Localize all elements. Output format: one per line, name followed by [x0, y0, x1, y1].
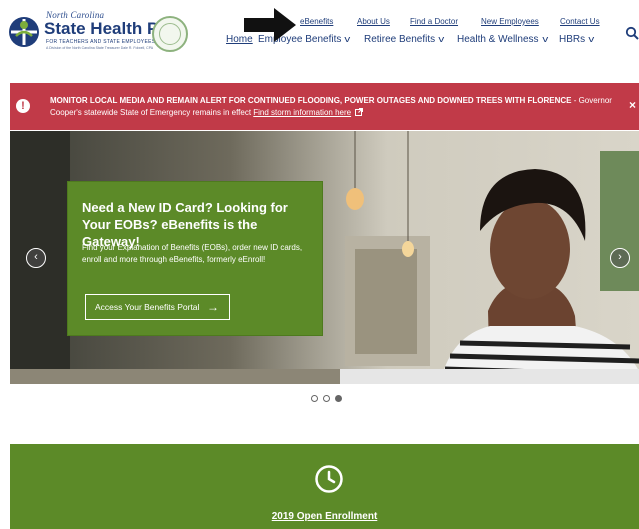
- promo-card: Need a New ID Card? Looking for Your EOB…: [67, 181, 323, 336]
- alert-message: MONITOR LOCAL MEDIA AND REMAIN ALERT FOR…: [50, 95, 620, 119]
- open-enrollment-section: 2019 Open Enrollment: [10, 444, 639, 529]
- chevron-left-icon: ‹: [34, 251, 38, 263]
- seal-icon: [152, 16, 188, 52]
- alert-icon: !: [16, 99, 30, 113]
- nav-retiree-benefits-label: Retiree Benefits: [364, 34, 436, 45]
- nav-hbrs[interactable]: HBRs v: [559, 34, 594, 45]
- carousel-prev-button[interactable]: ‹: [26, 248, 46, 268]
- alert-banner: ! MONITOR LOCAL MEDIA AND REMAIN ALERT F…: [10, 83, 639, 130]
- access-benefits-portal-label: Access Your Benefits Portal: [95, 302, 200, 312]
- chevron-down-icon: v: [344, 34, 351, 44]
- access-benefits-portal-button[interactable]: Access Your Benefits Portal →: [85, 294, 230, 320]
- site-logo[interactable]: North Carolina State Health Plan FOR TEA…: [8, 10, 188, 54]
- nav-retiree-benefits[interactable]: Retiree Benefits v: [364, 34, 444, 45]
- arrow-right-icon: →: [207, 300, 219, 314]
- site-header: North Carolina State Health Plan FOR TEA…: [0, 0, 639, 68]
- promo-description: Find your Explanation of Benefits (EOBs)…: [82, 243, 303, 264]
- logo-division: A Division of the North Carolina State T…: [46, 46, 154, 50]
- carousel-next-button[interactable]: ›: [610, 248, 630, 268]
- carousel-dot[interactable]: [323, 395, 330, 402]
- storm-info-link[interactable]: Find storm information here: [253, 108, 351, 117]
- open-enrollment-link[interactable]: 2019 Open Enrollment: [10, 511, 639, 522]
- nav-health-wellness[interactable]: Health & Wellness v: [457, 34, 548, 45]
- carousel-dot[interactable]: [311, 395, 318, 402]
- external-link-icon: [355, 108, 364, 116]
- carousel-indicators: [311, 395, 351, 405]
- logo-mark-icon: [9, 17, 39, 47]
- top-link-contact-us[interactable]: Contact Us: [560, 17, 600, 26]
- top-link-new-employees[interactable]: New Employees: [481, 17, 539, 26]
- logo-tagline: FOR TEACHERS AND STATE EMPLOYEES: [46, 39, 156, 45]
- hero-carousel: Need a New ID Card? Looking for Your EOB…: [10, 131, 639, 384]
- chevron-down-icon: v: [541, 34, 548, 44]
- carousel-dot-active[interactable]: [335, 395, 342, 402]
- arrow-annotation-icon: [244, 8, 296, 42]
- nav-hbrs-label: HBRs: [559, 34, 586, 45]
- chevron-down-icon: v: [438, 34, 445, 44]
- chevron-right-icon: ›: [618, 251, 622, 263]
- clock-icon: [315, 465, 343, 493]
- close-icon[interactable]: ×: [629, 98, 636, 112]
- top-link-find-a-doctor[interactable]: Find a Doctor: [410, 17, 458, 26]
- search-icon[interactable]: [625, 26, 639, 40]
- top-link-about-us[interactable]: About Us: [357, 17, 390, 26]
- alert-headline: MONITOR LOCAL MEDIA AND REMAIN ALERT FOR…: [50, 96, 572, 105]
- top-link-ebenefits[interactable]: eBenefits: [300, 17, 333, 26]
- nav-health-wellness-label: Health & Wellness: [457, 34, 539, 45]
- chevron-down-icon: v: [588, 34, 595, 44]
